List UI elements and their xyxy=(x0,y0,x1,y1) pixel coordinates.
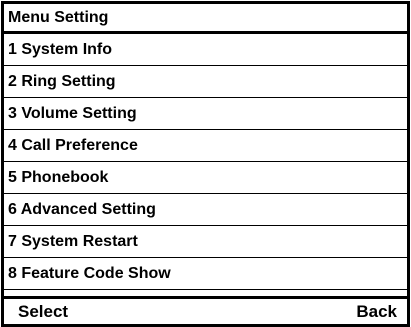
menu-item-volume-setting[interactable]: 3 Volume Setting xyxy=(4,98,407,130)
menu-item-call-preference[interactable]: 4 Call Preference xyxy=(4,130,407,162)
menu-item-phonebook[interactable]: 5 Phonebook xyxy=(4,162,407,194)
menu-item-system-info[interactable]: 1 System Info xyxy=(4,34,407,66)
menu-list: 1 System Info 2 Ring Setting 3 Volume Se… xyxy=(4,34,407,290)
phone-screen: Menu Setting 1 System Info 2 Ring Settin… xyxy=(1,1,410,327)
softkey-bar: Select Back xyxy=(4,296,407,324)
menu-item-ring-setting[interactable]: 2 Ring Setting xyxy=(4,66,407,98)
menu-item-advanced-setting[interactable]: 6 Advanced Setting xyxy=(4,194,407,226)
menu-item-system-restart[interactable]: 7 System Restart xyxy=(4,226,407,258)
back-softkey[interactable]: Back xyxy=(356,302,407,322)
select-softkey[interactable]: Select xyxy=(4,302,68,322)
menu-item-feature-code-show[interactable]: 8 Feature Code Show xyxy=(4,258,407,290)
page-title: Menu Setting xyxy=(4,4,407,34)
